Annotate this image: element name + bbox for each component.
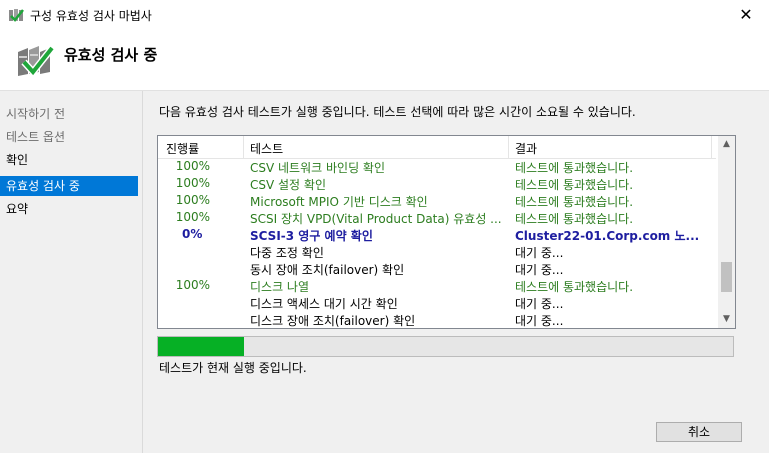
row-result: Cluster22-01.Corp.com 노...: [515, 229, 700, 243]
chevron-down-icon: ▼: [723, 314, 730, 324]
window-title: 구성 유효성 검사 마법사: [30, 9, 152, 23]
list-header: 진행률 테스트 결과: [158, 136, 716, 159]
row-test-name: 동시 장애 조치(failover) 확인: [250, 263, 405, 277]
scrollbar-thumb[interactable]: [721, 262, 732, 292]
row-result: 대기 중...: [515, 263, 564, 277]
table-row[interactable]: 100% 디스크 나열 테스트에 통과했습니다.: [158, 278, 716, 295]
scroll-down-button[interactable]: ▼: [718, 311, 735, 328]
row-test-name: CSV 네트워크 바인딩 확인: [250, 161, 386, 175]
row-result: 테스트에 통과했습니다.: [515, 178, 634, 192]
table-row[interactable]: 디스크 액세스 대기 시간 확인 대기 중...: [158, 295, 716, 312]
instruction-text: 다음 유효성 검사 테스트가 실행 중입니다. 테스트 선택에 따라 많은 시간…: [159, 105, 636, 119]
row-progress: 0%: [182, 227, 203, 241]
scroll-up-button[interactable]: ▲: [718, 136, 735, 153]
wizard-steps-nav: 시작하기 전 테스트 옵션 확인 유효성 검사 중 요약: [0, 91, 143, 453]
nav-item-summary[interactable]: 요약: [0, 199, 138, 219]
cluster-validate-icon: [18, 45, 54, 78]
test-list[interactable]: 진행률 테스트 결과 100% CSV 네트워크 바인딩 확인 테스트에 통과했…: [157, 135, 736, 329]
row-progress: 100%: [175, 176, 210, 190]
page-header: 유효성 검사 중: [0, 30, 769, 91]
table-row[interactable]: 100% SCSI 장치 VPD(Vital Product Data) 유효성…: [158, 210, 716, 227]
chevron-up-icon: ▲: [723, 139, 730, 149]
table-row[interactable]: 동시 장애 조치(failover) 확인 대기 중...: [158, 261, 716, 278]
row-result: 테스트에 통과했습니다.: [515, 212, 634, 226]
row-progress: 100%: [175, 210, 210, 224]
overall-progress-bar: [157, 336, 734, 357]
status-text: 테스트가 현재 실행 중입니다.: [159, 361, 307, 375]
table-row[interactable]: 다중 조정 확인 대기 중...: [158, 244, 716, 261]
close-button[interactable]: ✕: [723, 0, 769, 30]
nav-item-test-options[interactable]: 테스트 옵션: [0, 127, 138, 147]
row-test-name: 다중 조정 확인: [250, 246, 324, 260]
table-row[interactable]: 0% SCSI-3 영구 예약 확인 Cluster22-01.Corp.com…: [158, 227, 716, 244]
row-test-name: 디스크 나열: [250, 280, 310, 294]
main-content: 다음 유효성 검사 테스트가 실행 중입니다. 테스트 선택에 따라 많은 시간…: [143, 91, 769, 453]
row-result: 대기 중...: [515, 314, 564, 328]
row-result: 테스트에 통과했습니다.: [515, 195, 634, 209]
row-test-name: Microsoft MPIO 기반 디스크 확인: [250, 195, 428, 209]
cancel-button[interactable]: 취소: [656, 422, 742, 442]
cluster-validate-icon: [9, 9, 24, 22]
vertical-scrollbar[interactable]: ▲ ▼: [718, 136, 735, 328]
row-progress: 100%: [175, 159, 210, 173]
column-divider[interactable]: [711, 136, 712, 158]
progress-bar-fill: [158, 337, 245, 356]
row-result: 대기 중...: [515, 246, 564, 260]
row-progress: 100%: [175, 278, 210, 292]
row-test-name: SCSI 장치 VPD(Vital Product Data) 유효성 ...: [250, 212, 502, 226]
row-result: 테스트에 통과했습니다.: [515, 280, 634, 294]
row-result: 대기 중...: [515, 297, 564, 311]
table-row[interactable]: 디스크 장애 조치(failover) 확인 대기 중...: [158, 312, 716, 328]
row-progress: 100%: [175, 193, 210, 207]
column-header-progress[interactable]: 진행률: [166, 140, 199, 157]
row-result: 테스트에 통과했습니다.: [515, 161, 634, 175]
table-row[interactable]: 100% CSV 설정 확인 테스트에 통과했습니다.: [158, 176, 716, 193]
table-row[interactable]: 100% Microsoft MPIO 기반 디스크 확인 테스트에 통과했습니…: [158, 193, 716, 210]
column-header-test[interactable]: 테스트: [250, 140, 283, 157]
close-icon: ✕: [739, 5, 753, 24]
row-test-name: 디스크 액세스 대기 시간 확인: [250, 297, 398, 311]
row-test-name: 디스크 장애 조치(failover) 확인: [250, 314, 416, 328]
nav-item-confirmation[interactable]: 확인: [0, 150, 138, 170]
row-test-name: CSV 설정 확인: [250, 178, 326, 192]
page-title: 유효성 검사 중: [64, 46, 158, 64]
column-divider[interactable]: [243, 136, 244, 158]
row-test-name: SCSI-3 영구 예약 확인: [250, 229, 373, 243]
column-header-result[interactable]: 결과: [515, 140, 537, 157]
nav-item-validating[interactable]: 유효성 검사 중: [0, 176, 138, 196]
title-bar: 구성 유효성 검사 마법사 ✕: [0, 0, 769, 30]
nav-item-before-you-begin[interactable]: 시작하기 전: [0, 104, 138, 124]
column-divider[interactable]: [508, 136, 509, 158]
table-row[interactable]: 100% CSV 네트워크 바인딩 확인 테스트에 통과했습니다.: [158, 159, 716, 176]
